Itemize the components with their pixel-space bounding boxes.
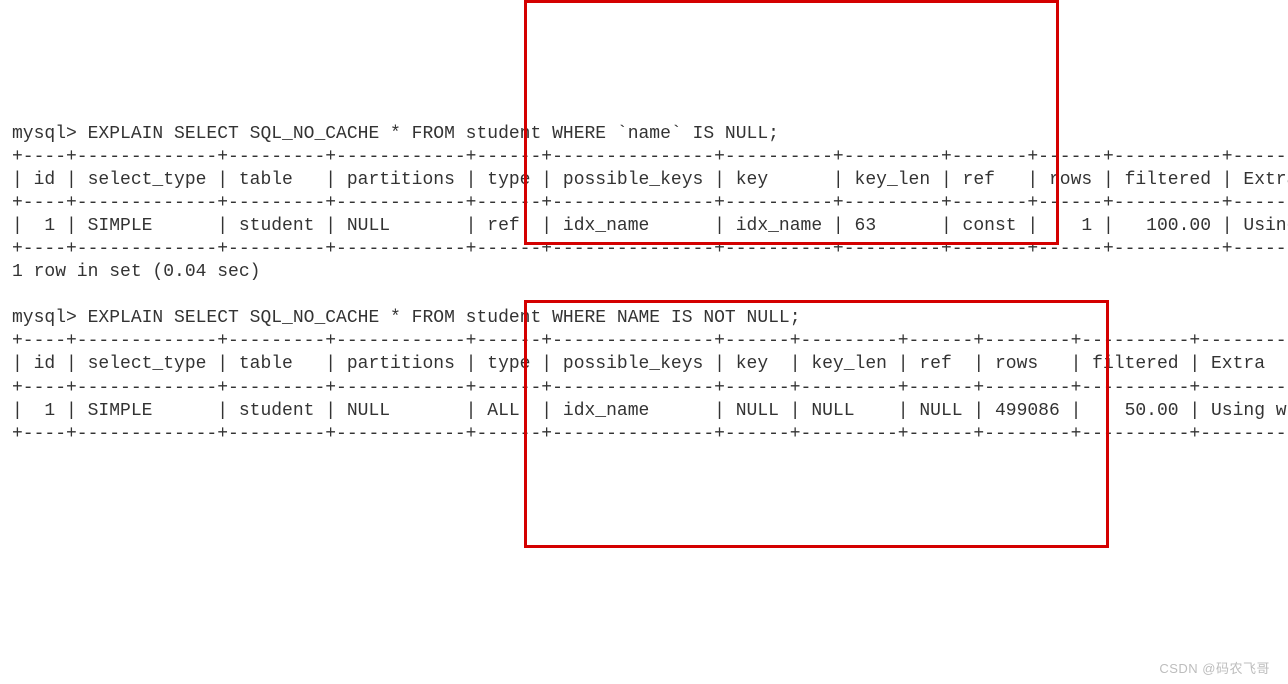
query2-prompt: mysql> EXPLAIN SELECT SQL_NO_CACHE * FRO…	[12, 308, 801, 328]
query1-sep-top: +----+-------------+---------+----------…	[12, 147, 1288, 167]
query2-header: | id | select_type | table | partitions …	[12, 354, 1288, 374]
query1-result: 1 row in set (0.04 sec)	[12, 262, 260, 282]
query2-sep-mid: +----+-------------+---------+----------…	[12, 378, 1288, 398]
query2-sep-bot: +----+-------------+---------+----------…	[12, 424, 1288, 444]
query1-header: | id | select_type | table | partitions …	[12, 170, 1288, 190]
watermark-text: CSDN @码农飞哥	[1159, 661, 1270, 678]
query2-row: | 1 | SIMPLE | student | NULL | ALL | id…	[12, 401, 1288, 421]
query1-sep-mid: +----+-------------+---------+----------…	[12, 193, 1288, 213]
query2-sep-top: +----+-------------+---------+----------…	[12, 331, 1288, 351]
query1-row: | 1 | SIMPLE | student | NULL | ref | id…	[12, 216, 1288, 236]
query1-prompt: mysql> EXPLAIN SELECT SQL_NO_CACHE * FRO…	[12, 124, 779, 144]
terminal-output: mysql> EXPLAIN SELECT SQL_NO_CACHE * FRO…	[12, 100, 1276, 445]
query1-sep-bot: +----+-------------+---------+----------…	[12, 239, 1288, 259]
